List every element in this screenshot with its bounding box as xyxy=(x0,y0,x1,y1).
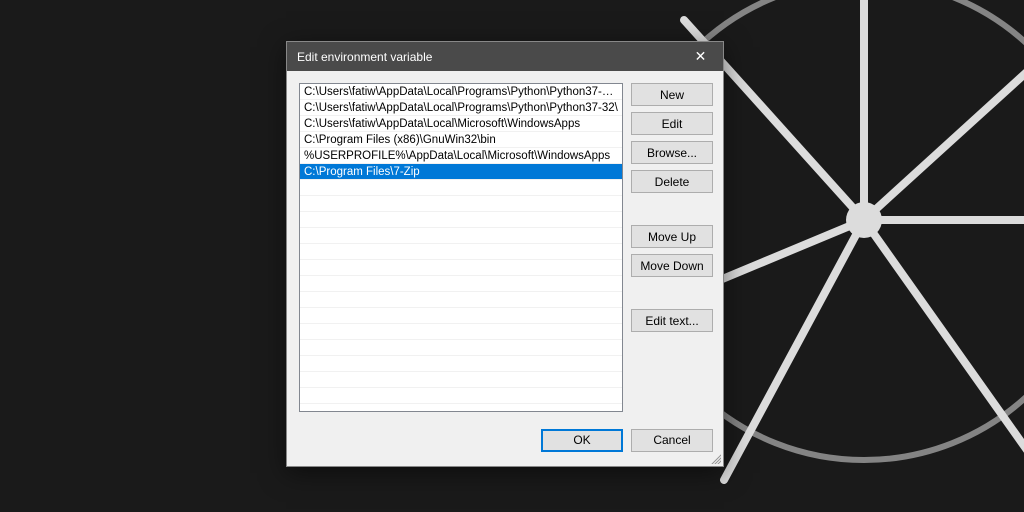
path-list-item[interactable]: C:\Users\fatiw\AppData\Local\Microsoft\W… xyxy=(300,116,622,132)
resize-grip[interactable] xyxy=(709,452,721,464)
move-down-button[interactable]: Move Down xyxy=(631,254,713,277)
path-list-empty-row: . xyxy=(300,228,622,244)
path-list-item[interactable]: C:\Users\fatiw\AppData\Local\Programs\Py… xyxy=(300,100,622,116)
edit-env-var-dialog: Edit environment variable ✕ C:\Users\fat… xyxy=(286,41,724,467)
path-list-empty-row: . xyxy=(300,308,622,324)
browse-button[interactable]: Browse... xyxy=(631,141,713,164)
titlebar[interactable]: Edit environment variable ✕ xyxy=(287,42,723,71)
cancel-button[interactable]: Cancel xyxy=(631,429,713,452)
dialog-footer: OK Cancel xyxy=(287,422,723,466)
close-icon: ✕ xyxy=(695,48,707,65)
path-listbox[interactable]: C:\Users\fatiw\AppData\Local\Programs\Py… xyxy=(299,83,623,412)
path-list-empty-row: . xyxy=(300,340,622,356)
path-list-empty-row: . xyxy=(300,356,622,372)
edit-text-button[interactable]: Edit text... xyxy=(631,309,713,332)
close-button[interactable]: ✕ xyxy=(678,42,723,71)
ok-button[interactable]: OK xyxy=(541,429,623,452)
path-list-item[interactable]: %USERPROFILE%\AppData\Local\Microsoft\Wi… xyxy=(300,148,622,164)
path-list-empty-row: . xyxy=(300,292,622,308)
new-button[interactable]: New xyxy=(631,83,713,106)
path-list-empty-row: . xyxy=(300,212,622,228)
delete-button[interactable]: Delete xyxy=(631,170,713,193)
button-column: New Edit Browse... Delete Move Up Move D… xyxy=(631,83,713,412)
path-list-empty-row: . xyxy=(300,388,622,404)
path-list-empty-row: . xyxy=(300,324,622,340)
path-list-item[interactable]: C:\Program Files (x86)\GnuWin32\bin xyxy=(300,132,622,148)
dialog-content: C:\Users\fatiw\AppData\Local\Programs\Py… xyxy=(287,71,723,422)
path-list-empty-row: . xyxy=(300,276,622,292)
window-title: Edit environment variable xyxy=(297,50,432,64)
path-list-item[interactable]: C:\Users\fatiw\AppData\Local\Programs\Py… xyxy=(300,84,622,100)
move-up-button[interactable]: Move Up xyxy=(631,225,713,248)
path-list-empty-row: . xyxy=(300,196,622,212)
path-list-empty-row: . xyxy=(300,372,622,388)
path-list-empty-row: . xyxy=(300,180,622,196)
edit-button[interactable]: Edit xyxy=(631,112,713,135)
path-list-item[interactable]: C:\Program Files\7-Zip xyxy=(300,164,622,180)
path-list-empty-row: . xyxy=(300,244,622,260)
path-list-empty-row: . xyxy=(300,260,622,276)
